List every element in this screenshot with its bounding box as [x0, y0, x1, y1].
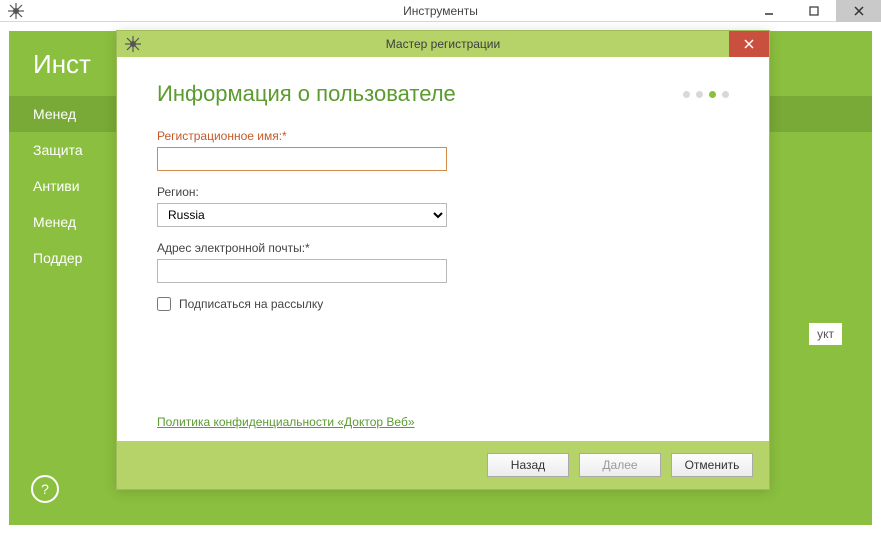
- dialog-heading: Информация о пользователе: [157, 81, 729, 107]
- outer-titlebar: Инструменты: [0, 0, 881, 22]
- reg-name-input[interactable]: [157, 147, 447, 171]
- email-input[interactable]: [157, 259, 447, 283]
- dialog-app-icon: [125, 36, 141, 52]
- dialog-title: Мастер регистрации: [117, 37, 769, 51]
- step-dot-2: [696, 91, 703, 98]
- next-button[interactable]: Далее: [579, 453, 661, 477]
- minimize-button[interactable]: [746, 0, 791, 22]
- app-icon: [8, 3, 24, 19]
- region-label: Регион:: [157, 185, 729, 199]
- close-button[interactable]: [836, 0, 881, 22]
- maximize-button[interactable]: [791, 0, 836, 22]
- region-select[interactable]: Russia: [157, 203, 447, 227]
- right-stub-text: укт: [809, 323, 842, 345]
- cancel-button[interactable]: Отменить: [671, 453, 753, 477]
- email-label: Адрес электронной почты:*: [157, 241, 729, 255]
- registration-dialog: Мастер регистрации Информация о пользова…: [116, 30, 770, 490]
- subscribe-label: Подписаться на рассылку: [179, 297, 323, 311]
- dialog-body: Информация о пользователе Регистрационно…: [117, 57, 769, 441]
- window-controls: [746, 0, 881, 22]
- privacy-link[interactable]: Политика конфиденциальности «Доктор Веб»: [157, 415, 415, 429]
- back-button[interactable]: Назад: [487, 453, 569, 477]
- dialog-close-button[interactable]: [729, 31, 769, 57]
- dialog-footer: Назад Далее Отменить: [117, 441, 769, 489]
- step-dot-3: [709, 91, 716, 98]
- step-dot-4: [722, 91, 729, 98]
- reg-name-label: Регистрационное имя:*: [157, 129, 729, 143]
- step-dot-1: [683, 91, 690, 98]
- dialog-titlebar: Мастер регистрации: [117, 31, 769, 57]
- step-indicator: [683, 91, 729, 98]
- help-icon[interactable]: ?: [31, 475, 59, 503]
- subscribe-checkbox[interactable]: [157, 297, 171, 311]
